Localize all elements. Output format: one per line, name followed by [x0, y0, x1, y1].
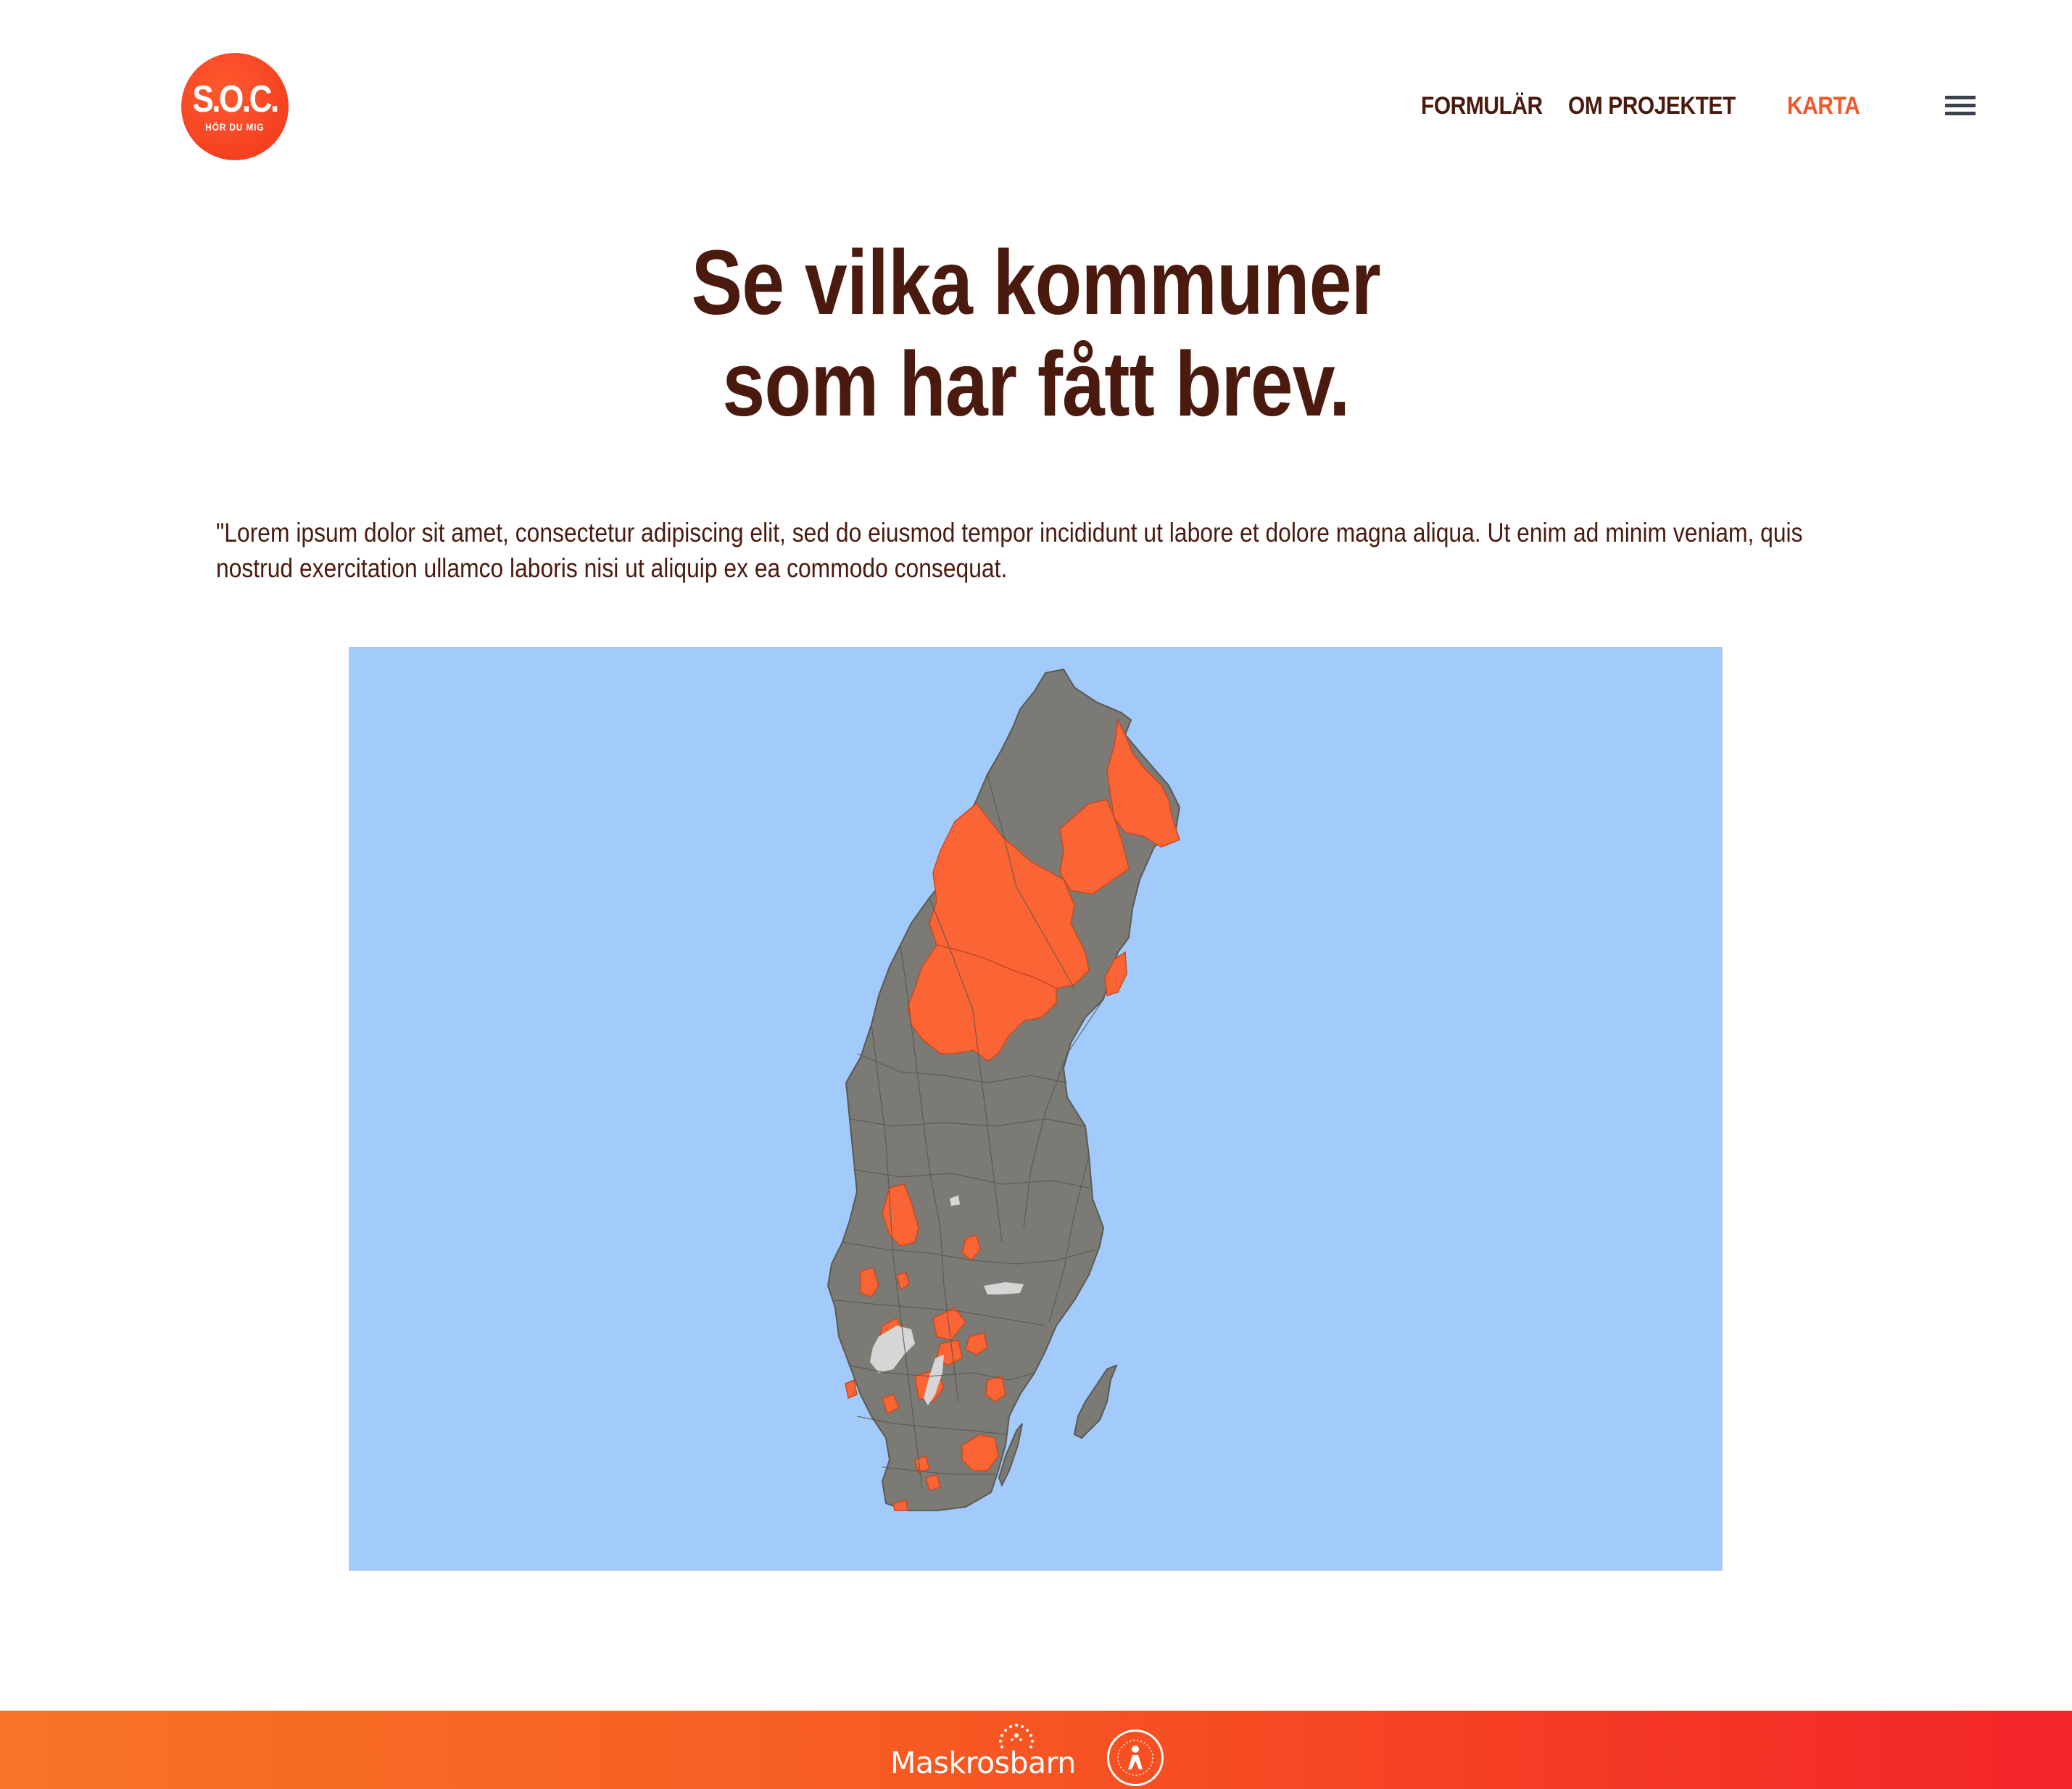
- maskrosbarn-logo[interactable]: Maskrosbarn: [890, 1745, 1076, 1780]
- page-title: Se vilka kommuner som har fått brev.: [0, 232, 2072, 435]
- municipality-goteborg: [845, 1379, 858, 1400]
- page-title-line1: Se vilka kommuner: [691, 231, 1381, 334]
- page-title-line2: som har fått brev.: [722, 333, 1350, 435]
- logo-text: S.O.C.: [192, 78, 279, 120]
- gotland-island: [1073, 1364, 1118, 1439]
- site-header: S.O.C. HÖR DU MIG FORMULÄR OM PROJEKTET …: [0, 0, 2072, 218]
- site-footer: Maskrosbarn: [0, 1711, 2072, 1789]
- nav-formular[interactable]: FORMULÄR: [1421, 92, 1543, 120]
- sweden-map[interactable]: [349, 647, 1723, 1571]
- soc-logo[interactable]: S.O.C. HÖR DU MIG: [181, 53, 289, 160]
- sweden-map-svg: [826, 668, 1181, 1511]
- partner-seal-icon[interactable]: [1107, 1730, 1164, 1786]
- logo-subtext: HÖR DU MIG: [205, 121, 265, 133]
- intro-paragraph: "Lorem ipsum dolor sit amet, consectetur…: [216, 518, 1803, 583]
- nav-karta[interactable]: KARTA: [1787, 92, 1860, 120]
- nav-om-projektet[interactable]: OM PROJEKTET: [1568, 92, 1736, 120]
- seal-figure-icon: [1117, 1740, 1153, 1776]
- hamburger-icon[interactable]: [1945, 96, 1976, 119]
